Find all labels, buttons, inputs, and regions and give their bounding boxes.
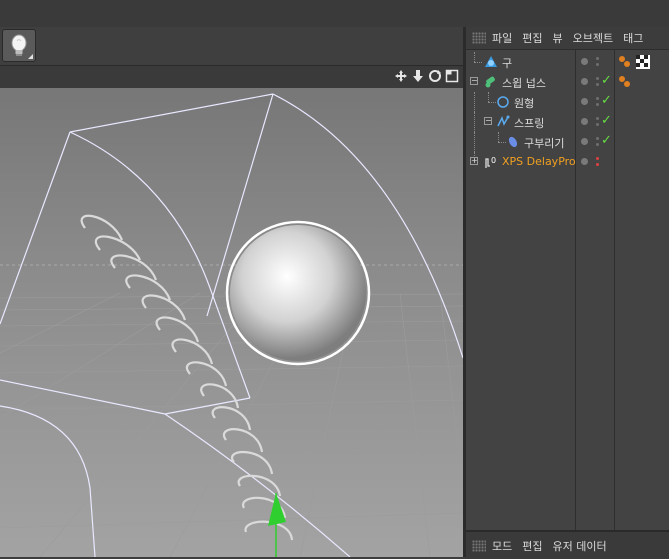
- collapse-toggle[interactable]: −: [484, 117, 492, 125]
- object-row-bend[interactable]: 구부리기 ✓: [466, 132, 669, 152]
- rotate-view-icon[interactable]: [428, 69, 442, 83]
- visibility-dot[interactable]: [581, 58, 588, 65]
- flyout-indicator: [28, 54, 33, 59]
- object-row-xps-delaypro[interactable]: + 0 XPS DelayPro: [466, 152, 669, 172]
- object-row-sweep-nurbs[interactable]: − 스윕 넙스 ✓: [466, 72, 669, 92]
- object-manager: 구 − 스윕 넙스 ✓ 원형 ✓ − 스프링 ✓ 구부리기 ✓ + 0 XPS …: [466, 50, 669, 550]
- menu-objects[interactable]: 오브젝트: [573, 30, 613, 46]
- object-row-spring[interactable]: − 스프링 ✓: [466, 112, 669, 132]
- 3d-viewport[interactable]: [0, 88, 463, 557]
- menu-mode[interactable]: 모드: [492, 538, 512, 554]
- enabled-check-icon[interactable]: ✓: [601, 93, 612, 108]
- enabled-check-icon[interactable]: ✓: [601, 113, 612, 128]
- viewport-header: [0, 65, 463, 88]
- panel-grip-icon[interactable]: [472, 539, 486, 552]
- object-label: 스윕 넙스: [502, 77, 546, 90]
- tag-icon[interactable]: [618, 75, 632, 89]
- tag-icon[interactable]: [618, 55, 632, 69]
- bend-deformer-icon: [508, 136, 518, 148]
- viewport-toolbar: [0, 27, 463, 65]
- menu-tags[interactable]: 태그: [623, 30, 643, 46]
- menu-user-data[interactable]: 유저 데이터: [553, 538, 607, 554]
- menu-view[interactable]: 뷰: [553, 30, 563, 46]
- top-bar: [0, 0, 669, 28]
- sweep-nurbs-icon: [485, 76, 495, 88]
- light-button[interactable]: [2, 29, 36, 62]
- move-view-icon[interactable]: [394, 69, 408, 83]
- panel-grip-icon[interactable]: [472, 32, 486, 44]
- object-label: 구: [502, 57, 513, 70]
- objects-panel: 파일 편집 뷰 오브젝트 태그 구 − 스윕 넙스 ✓ 원형 ✓ − 스프링 ✓…: [466, 27, 669, 557]
- object-row-circle[interactable]: 원형 ✓: [466, 92, 669, 112]
- maximize-view-icon[interactable]: [445, 69, 459, 83]
- visibility-dot[interactable]: [581, 98, 588, 105]
- object-label: XPS DelayPro: [502, 155, 576, 168]
- texture-tag-icon[interactable]: [636, 55, 650, 69]
- object-row-sphere[interactable]: 구: [466, 52, 669, 72]
- menu-attr-edit[interactable]: 편집: [522, 538, 542, 554]
- object-label: 스프링: [514, 117, 545, 130]
- visibility-dot[interactable]: [581, 118, 588, 125]
- expand-toggle[interactable]: +: [470, 157, 478, 165]
- object-label: 원형: [514, 97, 535, 110]
- sphere-icon: [485, 56, 497, 67]
- xps-delaypro-icon: 0: [485, 156, 496, 168]
- visibility-dot[interactable]: [581, 138, 588, 145]
- visibility-dot[interactable]: [581, 158, 588, 165]
- menu-file[interactable]: 파일: [492, 30, 512, 46]
- sphere-object: [225, 220, 371, 366]
- attributes-menu-bar: 모드 편집 유저 데이터: [466, 530, 669, 559]
- circle-spline-icon: [497, 96, 509, 108]
- visibility-dot[interactable]: [581, 78, 588, 85]
- enabled-check-icon[interactable]: ✓: [601, 133, 612, 148]
- objects-menu-bar: 파일 편집 뷰 오브젝트 태그: [466, 27, 669, 50]
- viewport-nav-icons: [394, 69, 459, 85]
- spring-spline-icon: [497, 115, 510, 127]
- menu-edit[interactable]: 편집: [522, 30, 542, 46]
- enabled-check-icon[interactable]: ✓: [601, 73, 612, 88]
- viewport-scene: [0, 88, 463, 557]
- svg-text:0: 0: [491, 156, 496, 165]
- object-label: 구부리기: [524, 137, 565, 150]
- collapse-toggle[interactable]: −: [470, 77, 478, 85]
- zoom-view-icon[interactable]: [411, 69, 425, 83]
